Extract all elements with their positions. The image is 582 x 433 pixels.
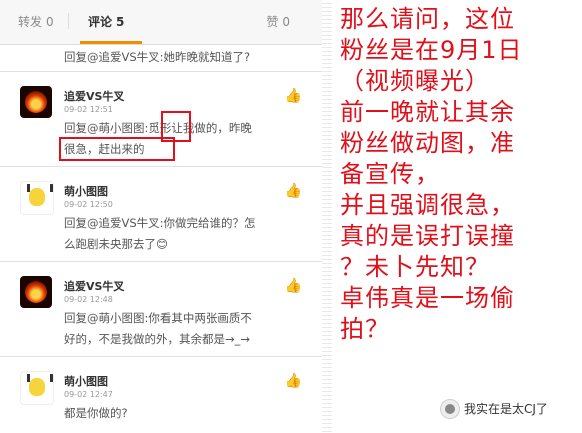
comment-time: 09-02 12:48 — [64, 295, 113, 304]
comment-tabbar: 转发 0 评论 5 赞0 — [0, 0, 322, 45]
comment-author[interactable]: 追爱VS牛叉 — [64, 88, 124, 104]
avatar[interactable] — [20, 86, 52, 118]
comment-time: 09-02 12:47 — [64, 390, 113, 399]
comment-time: 09-02 12:51 — [64, 105, 113, 114]
thumbs-up-icon[interactable]: 👍 — [285, 373, 302, 389]
comment-text: 回复@追爱VS牛叉:你做完给谁的？怎 么跑剧未央那去了😊 — [64, 213, 300, 255]
comment-text: 回复@萌小图图:你看其中两张画质不 好的，不是我做的外，其余都是→_→ — [64, 308, 300, 350]
highlight-box — [59, 137, 175, 161]
tab-repost-label: 转发 — [18, 15, 43, 29]
tab-repost[interactable]: 转发 0 — [18, 13, 54, 30]
avatar[interactable] — [20, 181, 54, 215]
divider — [322, 0, 332, 433]
thumbs-up-icon[interactable]: 👍 — [285, 278, 302, 294]
commentary-text: 那么请问，这位 粉丝是在9月1日 （视频曝光） 前一晚就让其余 粉丝做动图，准 … — [340, 5, 523, 343]
tab-comment-count: 5 — [116, 15, 125, 29]
list-item: 回复@追爱VS牛叉:她昨晚就知道了? — [0, 45, 322, 72]
tab-like[interactable]: 赞0 — [266, 13, 290, 30]
active-tab-indicator — [80, 41, 142, 44]
comment-text-line: 回复@追爱VS牛叉:你做完给谁的？怎 — [64, 216, 256, 230]
comment-text-line: 么跑剧未央那去了😊 — [64, 237, 168, 251]
comment-text-line: 都是你做的? — [64, 406, 128, 420]
avatar[interactable] — [20, 371, 54, 405]
comment-author[interactable]: 萌小图图 — [64, 373, 108, 389]
comment-author[interactable]: 萌小图图 — [64, 183, 108, 199]
list-item: 萌小图图 09-02 12:50 👍 回复@追爱VS牛叉:你做完给谁的？怎 么跑… — [0, 167, 322, 262]
brand-text: 我实在是太CJ了 — [464, 402, 548, 416]
tab-like-count: 0 — [282, 15, 290, 29]
comment-text-line: 回复@萌小图图:你看其中两张画质不 — [64, 311, 252, 325]
tab-like-label: 赞 — [266, 15, 279, 29]
thumbs-up-icon[interactable]: 👍 — [285, 183, 302, 199]
tab-separator — [68, 13, 69, 29]
avatar[interactable] — [20, 276, 52, 308]
tab-repost-count: 0 — [46, 15, 54, 29]
comment-text: 回复@追爱VS牛叉:她昨晚就知道了? — [64, 50, 251, 64]
comment-time: 09-02 12:50 — [64, 200, 113, 209]
weibo-screenshot: 转发 0 评论 5 赞0 回复@追爱VS牛叉:她昨晚就知道了? 追爱VS牛叉 09-… — [0, 0, 322, 433]
comment-author[interactable]: 追爱VS牛叉 — [64, 278, 124, 294]
comment-text-line: 好的，不是我做的外，其余都是→_→ — [64, 332, 251, 346]
thumbs-up-icon[interactable]: 👍 — [285, 88, 302, 104]
comment-text: 都是你做的? — [64, 403, 300, 424]
list-item: 追爱VS牛叉 09-02 12:48 👍 回复@萌小图图:你看其中两张画质不 好… — [0, 262, 322, 357]
list-item: 萌小图图 09-02 12:47 👍 都是你做的? — [0, 357, 322, 433]
tab-comment-label: 评论 — [88, 15, 113, 29]
wechat-account-icon — [440, 399, 460, 419]
tab-comment[interactable]: 评论 5 — [88, 13, 124, 30]
